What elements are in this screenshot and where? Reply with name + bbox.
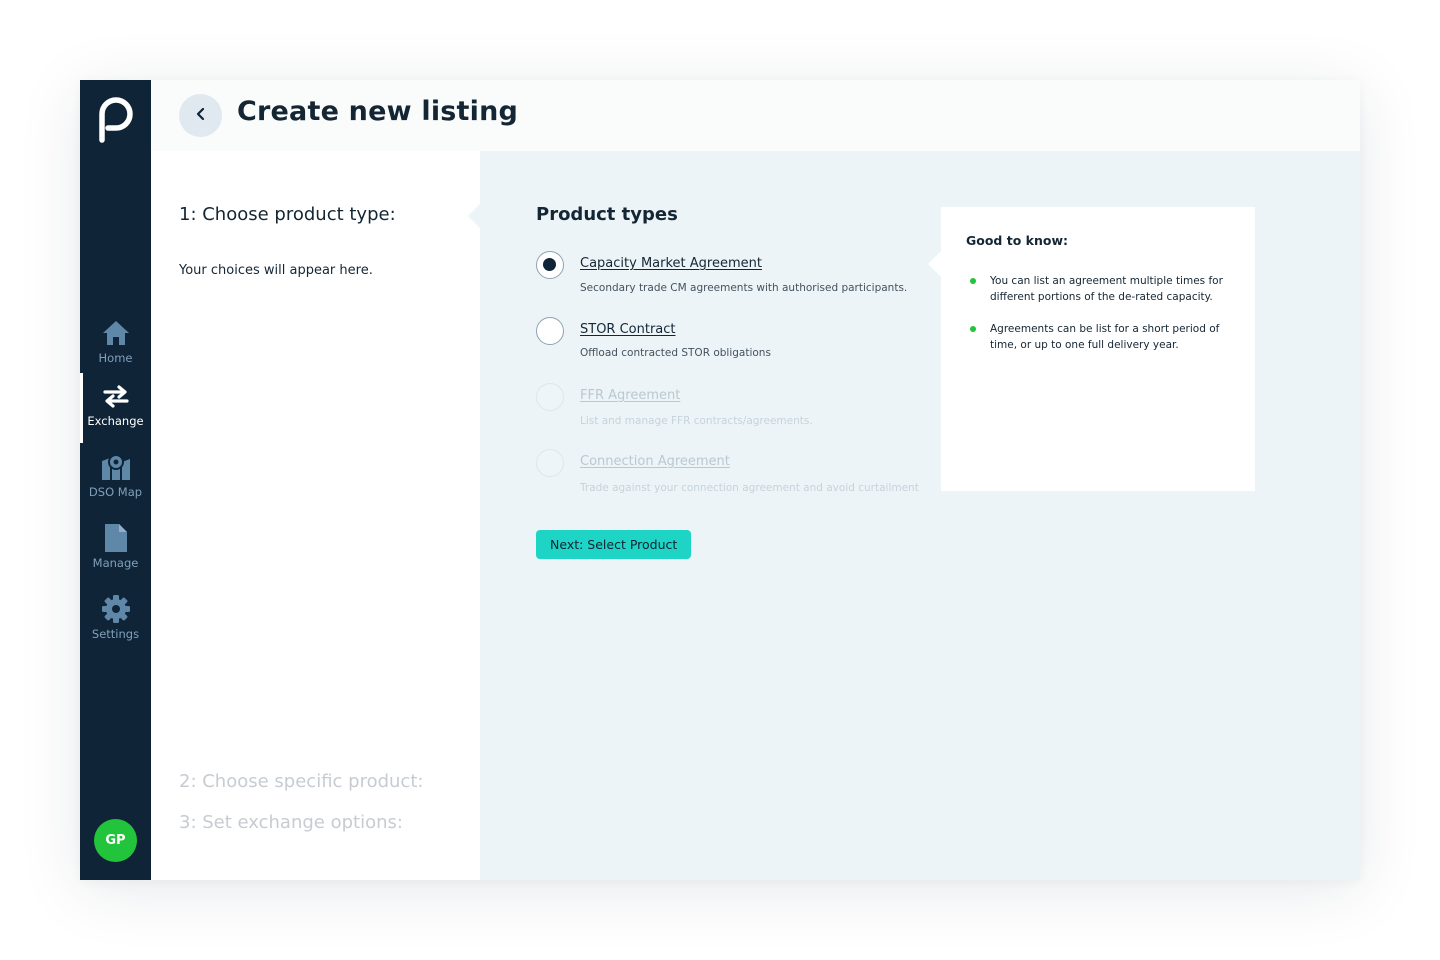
radio-button[interactable] (536, 317, 564, 345)
sidebar-item-home[interactable]: Home (80, 310, 151, 380)
info-text: Agreements can be list for a short perio… (990, 323, 1220, 351)
sidebar-item-manage[interactable]: Manage (80, 515, 151, 585)
sidebar-item-label: DSO Map (88, 485, 143, 499)
radio-button (536, 383, 564, 411)
next-select-product-button[interactable]: Next: Select Product (536, 530, 692, 559)
p-logo[interactable] (94, 92, 138, 144)
page-title: Create new listing (237, 96, 519, 127)
option-connection-agreement: Connection Agreement Trade against your … (536, 449, 926, 505)
step-2-title: 2: Choose specific product: (179, 771, 424, 792)
bullet-dot-icon (970, 326, 976, 332)
avatar[interactable]: GP (94, 819, 137, 862)
chevron-left-icon (195, 106, 207, 125)
info-title: Good to know: (966, 233, 1068, 248)
exchange-arrows-icon (101, 381, 131, 411)
step-1-title: 1: Choose product type: (179, 204, 396, 225)
sidebar-item-label: Home (98, 351, 133, 365)
product-types-panel: Product types Capacity Market Agreement … (480, 151, 1360, 880)
option-ffr-agreement: FFR Agreement List and manage FFR contra… (536, 383, 926, 439)
bullet-dot-icon (970, 278, 976, 284)
sidebar-item-label: Manage (92, 556, 139, 570)
sidebar-item-dso-map[interactable]: DSO Map (80, 444, 151, 514)
info-text: You can list an agreement multiple times… (990, 275, 1223, 303)
option-description: Secondary trade CM agreements with autho… (580, 282, 908, 294)
option-name: Connection Agreement (580, 454, 730, 469)
map-pin-icon (101, 452, 131, 482)
home-icon (101, 318, 131, 348)
card-notch (928, 251, 941, 277)
step-3-title: 3: Set exchange options: (179, 812, 403, 833)
gear-icon (101, 594, 131, 624)
option-name[interactable]: Capacity Market Agreement (580, 256, 762, 271)
option-name[interactable]: STOR Contract (580, 322, 676, 337)
sidebar-item-label: Exchange (87, 414, 144, 428)
sidebar-item-label: Settings (91, 627, 140, 641)
steps-panel: 1: Choose product type: Your choices wil… (151, 151, 481, 880)
option-description: Offload contracted STOR obligations (580, 347, 771, 359)
sidebar: Home Exchange DSO Map Manage Settings GP (80, 80, 151, 880)
document-icon (101, 523, 131, 553)
option-capacity-market-agreement[interactable]: Capacity Market Agreement Secondary trad… (536, 251, 926, 307)
option-description: Trade against your connection agreement … (580, 482, 919, 494)
option-name: FFR Agreement (580, 388, 681, 403)
radio-button[interactable] (536, 251, 564, 279)
section-title: Product types (536, 204, 678, 225)
sidebar-item-exchange[interactable]: Exchange (80, 373, 151, 443)
back-button[interactable] (179, 94, 222, 137)
option-stor-contract[interactable]: STOR Contract Offload contracted STOR ob… (536, 317, 926, 373)
app-window: Home Exchange DSO Map Manage Settings GP… (80, 80, 1360, 880)
radio-button (536, 449, 564, 477)
good-to-know-card: Good to know: You can list an agreement … (928, 207, 1255, 491)
sidebar-item-settings[interactable]: Settings (80, 586, 151, 656)
option-description: List and manage FFR contracts/agreements… (580, 415, 813, 427)
step-hint: Your choices will appear here. (179, 263, 373, 278)
